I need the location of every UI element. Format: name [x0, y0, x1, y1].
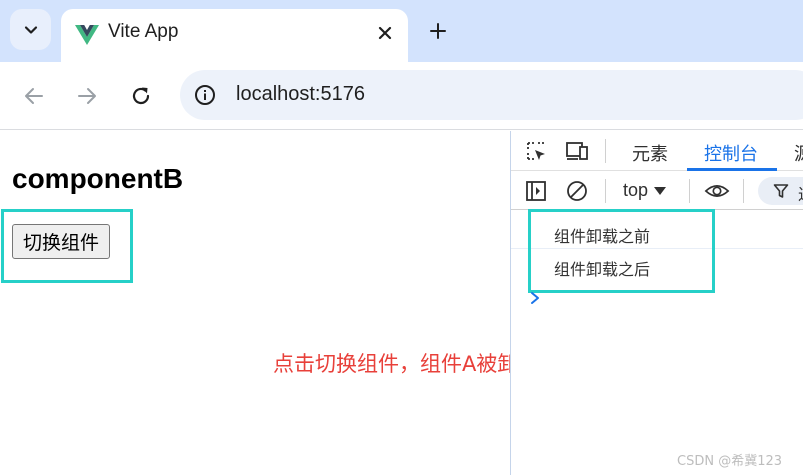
arrow-left-icon [25, 88, 43, 104]
annotation-text: 点击切换组件，组件A被卸载 [273, 352, 540, 376]
context-selector[interactable]: top [623, 180, 667, 201]
live-expression-button[interactable] [704, 178, 730, 204]
browser-tab[interactable]: Vite App [61, 9, 408, 62]
watermark-text: CSDN @希冀123 [677, 454, 783, 469]
reload-icon [132, 87, 150, 105]
devtools-tabbar: 元素 控制台 源 [511, 131, 803, 171]
console-toolbar: top 过 [511, 172, 803, 210]
sidebar-toggle-button[interactable] [523, 178, 549, 204]
device-icon [566, 142, 588, 160]
page-viewport: componentB 切换组件 点击切换组件，组件A被卸载 [0, 131, 539, 475]
address-bar[interactable]: localhost:5176 [180, 70, 803, 120]
devtools-panel: 元素 控制台 源 top 过 组件卸载之前 组件卸载之后 [510, 131, 803, 475]
new-tab-button[interactable] [424, 17, 452, 45]
tab-sources[interactable]: 源 [794, 140, 803, 166]
chevron-down-icon [24, 25, 37, 34]
back-button[interactable] [19, 81, 49, 111]
tab-title: Vite App [108, 21, 179, 42]
url-text[interactable]: localhost:5176 [236, 83, 365, 106]
plus-icon [430, 23, 446, 39]
page-title: componentB [12, 163, 184, 194]
info-icon[interactable] [194, 84, 216, 106]
switch-component-button[interactable]: 切换组件 [12, 224, 111, 259]
inspect-element-button[interactable] [523, 138, 549, 164]
eye-icon [704, 185, 730, 197]
toolbar-divider [605, 179, 606, 203]
browser-toolbar: localhost:5176 [0, 62, 803, 130]
tab-strip: Vite App [0, 0, 803, 62]
triangle-down-icon [654, 186, 667, 195]
device-toolbar-button[interactable] [564, 138, 590, 164]
inspect-icon [527, 142, 545, 160]
filter-placeholder: 过 [798, 181, 803, 205]
vue-logo-icon [75, 25, 99, 45]
active-tab-indicator [687, 168, 777, 171]
tab-close-button[interactable] [372, 20, 398, 46]
block-icon [567, 181, 587, 201]
toolbar-divider [743, 179, 744, 203]
toolbar-divider [605, 139, 606, 163]
console-highlight-box [528, 209, 715, 293]
context-label: top [623, 180, 649, 200]
sidebar-icon [526, 181, 546, 201]
console-prompt-icon[interactable] [528, 291, 542, 305]
forward-button[interactable] [72, 81, 102, 111]
tab-search-button[interactable] [10, 9, 51, 50]
clear-console-button[interactable] [564, 178, 590, 204]
close-icon [378, 26, 392, 40]
reload-button[interactable] [126, 81, 156, 111]
console-filter-input[interactable]: 过 [758, 177, 803, 205]
filter-icon [773, 184, 789, 198]
arrow-right-icon [78, 88, 96, 104]
tab-elements[interactable]: 元素 [632, 140, 668, 166]
toolbar-divider [689, 179, 690, 203]
tab-console[interactable]: 控制台 [704, 140, 758, 166]
